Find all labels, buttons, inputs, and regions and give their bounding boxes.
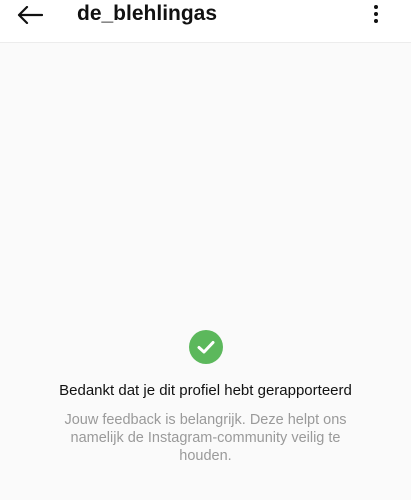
top-bar: de_blehlingas: [0, 0, 411, 43]
profile-username: de_blehlingas: [77, 2, 218, 25]
confirmation-message: Jouw feedback is belangrijk. Deze helpt …: [64, 412, 347, 464]
more-vertical-icon: [374, 5, 378, 23]
back-button[interactable]: [10, 0, 50, 30]
check-circle-icon: [188, 330, 223, 364]
confirmation-title: Bedankt dat je dit profiel hebt gerappor…: [59, 382, 352, 399]
more-options-button[interactable]: [361, 0, 391, 28]
report-confirmation-screen: de_blehlingas Bedankt dat je dit profiel…: [0, 0, 411, 500]
confirmation-panel: Bedankt dat je dit profiel hebt gerappor…: [0, 330, 411, 465]
back-arrow-icon: [17, 6, 43, 24]
